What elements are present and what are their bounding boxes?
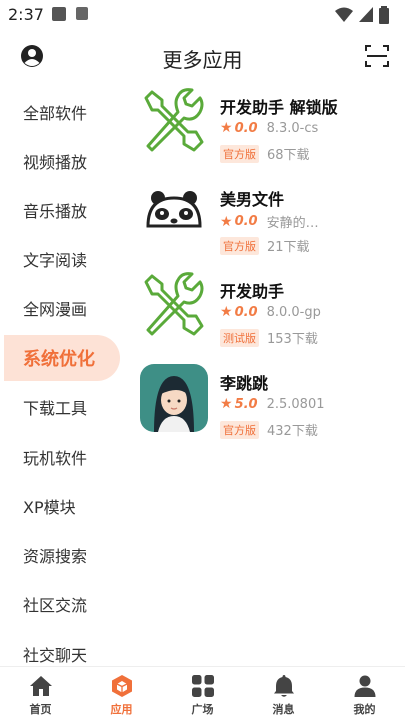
sidebar-item-community[interactable]: 社区交流 xyxy=(0,581,122,627)
app-meta: ★ 5.0 2.5.0801 xyxy=(220,396,324,412)
category-sidebar: 全部软件 视频播放 音乐播放 文字阅读 全网漫画 系统优化 下载工具 玩机软件 … xyxy=(0,85,122,665)
download-count: 68下载 xyxy=(267,148,310,163)
nav-label: 消息 xyxy=(272,703,295,716)
sidebar-item-video[interactable]: 视频播放 xyxy=(0,138,122,184)
download-count: 21下载 xyxy=(267,240,310,255)
battery-icon xyxy=(379,6,389,24)
panda-icon xyxy=(146,191,202,228)
release-tag: 测试版 xyxy=(220,328,259,347)
person-icon xyxy=(354,675,375,697)
sidebar-item-label: 全部软件 xyxy=(23,104,88,123)
status-icons xyxy=(335,6,389,24)
scan-icon[interactable] xyxy=(365,44,389,68)
app-list: 开发助手 解锁版 ★ 0.0 8.3.0-cs 官方版 68下载 美男文件 ★ … xyxy=(140,88,405,456)
tools-icon xyxy=(144,272,204,336)
release-tag: 官方版 xyxy=(220,236,259,255)
sidebar-item-label: 资源搜索 xyxy=(23,547,88,566)
sidebar-item-social-chat[interactable]: 社交聊天 xyxy=(0,631,122,665)
app-tags: 官方版 68下载 xyxy=(220,144,310,163)
app-version: 8.0.0-gp xyxy=(266,304,321,320)
app-meta: ★ 0.0 8.3.0-cs xyxy=(220,120,318,136)
header: 更多应用 xyxy=(0,35,405,77)
status-time: 2:37 xyxy=(8,5,44,24)
sidebar-item-reading[interactable]: 文字阅读 xyxy=(0,236,122,282)
sidebar-item-download-tools[interactable]: 下载工具 xyxy=(0,384,122,430)
app-rating: 0.0 xyxy=(234,214,258,229)
app-name: 开发助手 xyxy=(220,282,285,301)
star-icon: ★ xyxy=(220,396,233,412)
app-version: 2.5.0801 xyxy=(266,396,325,412)
sidebar-item-xp-modules[interactable]: XP模块 xyxy=(0,483,122,529)
notification-a-icon xyxy=(76,7,88,20)
bell-icon xyxy=(273,675,294,697)
nav-profile[interactable]: 我的 xyxy=(324,667,405,720)
girl-avatar-icon xyxy=(140,364,208,432)
release-tag: 官方版 xyxy=(220,420,259,439)
cube-icon xyxy=(111,675,132,697)
notification-icon xyxy=(52,7,66,21)
app-item[interactable]: 开发助手 解锁版 ★ 0.0 8.3.0-cs 官方版 68下载 xyxy=(140,88,405,180)
nav-label: 我的 xyxy=(353,703,376,716)
app-rating: 0.0 xyxy=(234,120,258,136)
sidebar-item-label: 文字阅读 xyxy=(23,251,88,270)
tools-icon xyxy=(144,88,204,152)
sidebar-item-all-software[interactable]: 全部软件 xyxy=(0,89,122,135)
page-title: 更多应用 xyxy=(162,48,243,72)
signal-icon xyxy=(359,7,373,22)
nav-home[interactable]: 首页 xyxy=(0,667,81,720)
nav-label: 广场 xyxy=(191,703,214,716)
app-item[interactable]: 开发助手 ★ 0.0 8.0.0-gp 测试版 153下载 xyxy=(140,272,405,364)
app-rating: 5.0 xyxy=(234,396,258,412)
app-name: 开发助手 解锁版 xyxy=(220,98,338,117)
download-count: 153下载 xyxy=(267,332,318,347)
sidebar-item-comics[interactable]: 全网漫画 xyxy=(0,285,122,331)
wifi-icon xyxy=(335,7,353,22)
sidebar-item-label: 玩机软件 xyxy=(23,449,88,468)
app-meta: ★ 0.0 安静的… xyxy=(220,212,319,232)
sidebar-item-system-optimize[interactable]: 系统优化 xyxy=(4,335,120,381)
app-tags: 官方版 21下载 xyxy=(220,236,310,255)
nav-plaza[interactable]: 广场 xyxy=(162,667,243,720)
sidebar-item-label: 社交聊天 xyxy=(23,646,88,665)
sidebar-item-label: 音乐播放 xyxy=(23,202,88,221)
sidebar-item-music[interactable]: 音乐播放 xyxy=(0,187,122,233)
app-version: 安静的… xyxy=(266,216,319,231)
sidebar-item-label: 视频播放 xyxy=(23,153,88,172)
nav-messages[interactable]: 消息 xyxy=(243,667,324,720)
grid-icon xyxy=(191,675,214,697)
star-icon: ★ xyxy=(220,120,233,136)
app-version: 8.3.0-cs xyxy=(266,120,319,136)
nav-apps[interactable]: 应用 xyxy=(81,667,162,720)
nav-label: 首页 xyxy=(29,703,52,716)
app-rating: 0.0 xyxy=(234,304,258,320)
sidebar-item-label: 系统优化 xyxy=(23,349,95,370)
app-item[interactable]: 美男文件 ★ 0.0 安静的… 官方版 21下载 xyxy=(140,180,405,272)
sidebar-item-label: 全网漫画 xyxy=(23,300,88,319)
star-icon: ★ xyxy=(220,304,233,320)
sidebar-item-label: 下载工具 xyxy=(23,399,88,418)
bottom-nav: 首页 应用 广场 消息 我的 xyxy=(0,666,405,720)
app-tags: 官方版 432下载 xyxy=(220,420,318,439)
nav-label: 应用 xyxy=(110,703,133,716)
star-icon: ★ xyxy=(220,213,233,230)
app-name: 李跳跳 xyxy=(220,374,269,393)
sidebar-item-phone-tools[interactable]: 玩机软件 xyxy=(0,434,122,480)
app-item[interactable]: 李跳跳 ★ 5.0 2.5.0801 官方版 432下载 xyxy=(140,364,405,456)
sidebar-item-label: XP模块 xyxy=(23,498,76,517)
release-tag: 官方版 xyxy=(220,144,259,163)
sidebar-item-resource-search[interactable]: 资源搜索 xyxy=(0,532,122,578)
status-bar: 2:37 xyxy=(0,0,405,30)
app-name: 美男文件 xyxy=(220,190,285,209)
home-icon xyxy=(29,676,52,696)
app-tags: 测试版 153下载 xyxy=(220,328,318,347)
sidebar-item-label: 社区交流 xyxy=(23,596,88,615)
download-count: 432下载 xyxy=(267,424,318,439)
app-meta: ★ 0.0 8.0.0-gp xyxy=(220,304,321,320)
